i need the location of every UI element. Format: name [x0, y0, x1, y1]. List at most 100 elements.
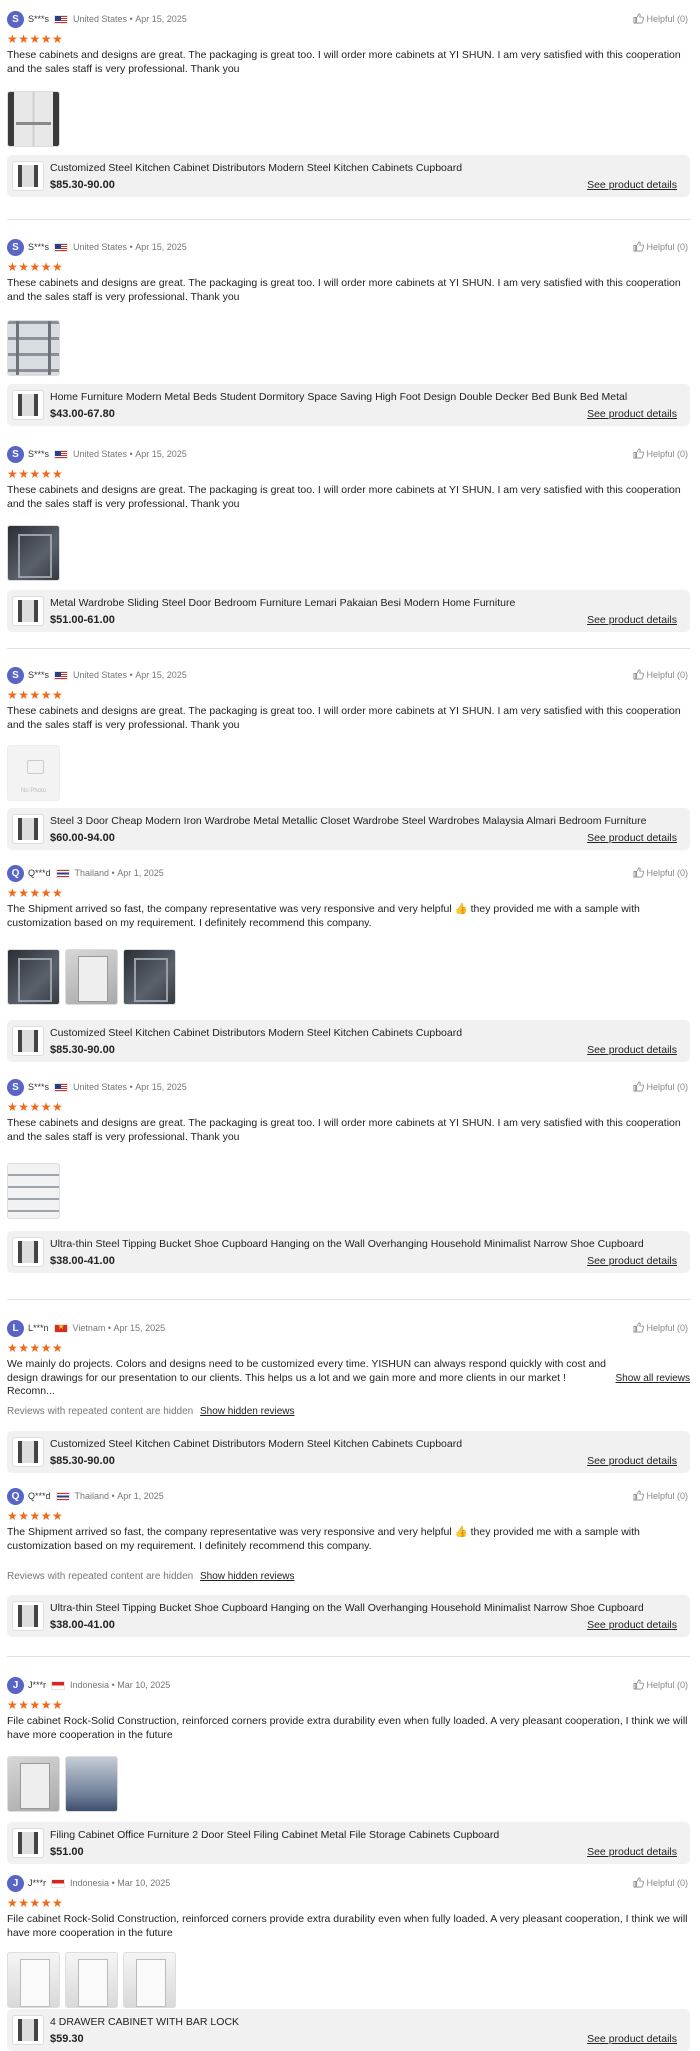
see-product-details-link[interactable]: See product details [587, 614, 677, 626]
avatar: S [7, 238, 24, 256]
helpful-button[interactable]: Helpful (0) [633, 1490, 688, 1501]
reviewer-name: L***n [28, 1323, 49, 1333]
star-rating: ★★★★★ [7, 1698, 64, 1712]
review-photo[interactable] [7, 1163, 60, 1219]
separator-dot: • [127, 1082, 136, 1092]
product-card[interactable]: Customized Steel Kitchen Cabinet Distrib… [7, 1431, 690, 1473]
product-name[interactable]: Home Furniture Modern Metal Beds Student… [50, 391, 650, 403]
review-photo[interactable] [7, 91, 60, 147]
review-photo[interactable] [65, 1756, 118, 1812]
reviewer-name: S***s [28, 14, 50, 24]
helpful-button[interactable]: Helpful (0) [633, 1877, 688, 1888]
product-thumbnail[interactable] [12, 2015, 44, 2045]
review-photo[interactable] [123, 1952, 176, 2008]
review-date: Apr 15, 2025 [135, 14, 187, 24]
review-photo[interactable] [7, 949, 60, 1005]
thumb-up-icon [633, 1490, 645, 1501]
review-date: Mar 10, 2025 [117, 1878, 171, 1888]
product-price: $59.30 [50, 2033, 84, 2045]
helpful-button[interactable]: Helpful (0) [633, 13, 688, 24]
show-hidden-reviews-link[interactable]: Show hidden reviews [200, 1571, 295, 1582]
review-text: We mainly do projects. Colors and design… [7, 1358, 606, 1397]
helpful-button[interactable]: Helpful (0) [633, 669, 688, 680]
product-card[interactable]: Metal Wardrobe Sliding Steel Door Bedroo… [7, 590, 690, 632]
avatar: J [7, 1676, 24, 1694]
product-name[interactable]: 4 DRAWER CABINET WITH BAR LOCK [50, 2016, 650, 2028]
product-card[interactable]: Home Furniture Modern Metal Beds Student… [7, 384, 690, 426]
star-rating: ★★★★★ [7, 32, 64, 46]
product-card[interactable]: 4 DRAWER CABINET WITH BAR LOCK $59.30 Se… [7, 2009, 690, 2051]
hidden-reviews-notice: Reviews with repeated content are hidden… [7, 1571, 295, 1582]
review-photos [7, 525, 60, 581]
avatar: S [7, 10, 24, 28]
reviewer-country: Indonesia [70, 1878, 110, 1888]
helpful-button[interactable]: Helpful (0) [633, 867, 688, 878]
helpful-button[interactable]: Helpful (0) [633, 1679, 688, 1690]
product-card[interactable]: Ultra-thin Steel Tipping Bucket Shoe Cup… [7, 1595, 690, 1637]
see-product-details-link[interactable]: See product details [587, 832, 677, 844]
product-thumbnail[interactable] [12, 814, 44, 844]
product-thumbnail[interactable] [12, 1026, 44, 1056]
reviews-list: S S***s United States • Apr 15, 2025 Hel… [0, 0, 700, 2051]
product-thumbnail[interactable] [12, 1237, 44, 1267]
see-product-details-link[interactable]: See product details [587, 179, 677, 191]
star-rating: ★★★★★ [7, 688, 64, 702]
product-name[interactable]: Customized Steel Kitchen Cabinet Distrib… [50, 1438, 650, 1450]
show-all-reviews-link[interactable]: Show all reviews [616, 1373, 690, 1384]
separator-dot: • [109, 1680, 118, 1690]
product-price: $38.00-41.00 [50, 1255, 115, 1267]
review-photo[interactable] [7, 320, 60, 376]
review-text: The Shipment arrived so fast, the compan… [7, 903, 640, 929]
see-product-details-link[interactable]: See product details [587, 1846, 677, 1858]
product-card[interactable]: Steel 3 Door Cheap Modern Iron Wardrobe … [7, 808, 690, 850]
vietnam-flag-icon [53, 1323, 68, 1333]
see-product-details-link[interactable]: See product details [587, 1455, 677, 1467]
product-card[interactable]: Ultra-thin Steel Tipping Bucket Shoe Cup… [7, 1231, 690, 1273]
helpful-label: Helpful (0) [646, 1877, 688, 1888]
product-price: $51.00-61.00 [50, 614, 115, 626]
helpful-button[interactable]: Helpful (0) [633, 448, 688, 459]
reviewer-name: S***s [28, 670, 50, 680]
review-photo[interactable] [7, 1756, 60, 1812]
product-name[interactable]: Filing Cabinet Office Furniture 2 Door S… [50, 1829, 650, 1841]
review-photo[interactable] [7, 1952, 60, 2008]
product-name[interactable]: Metal Wardrobe Sliding Steel Door Bedroo… [50, 597, 650, 609]
product-thumbnail[interactable] [12, 161, 44, 191]
review-photo[interactable] [65, 1952, 118, 2008]
product-name[interactable]: Ultra-thin Steel Tipping Bucket Shoe Cup… [50, 1238, 650, 1250]
show-hidden-reviews-link[interactable]: Show hidden reviews [200, 1406, 295, 1417]
see-product-details-link[interactable]: See product details [587, 1044, 677, 1056]
product-name[interactable]: Customized Steel Kitchen Cabinet Distrib… [50, 162, 650, 174]
product-thumbnail[interactable] [12, 1828, 44, 1858]
product-thumbnail[interactable] [12, 390, 44, 420]
review-date: Apr 1, 2025 [117, 1491, 164, 1501]
reviewer-header: S S***s United States • Apr 15, 2025 [7, 666, 187, 684]
separator-dot: • [127, 242, 136, 252]
review-date: Apr 15, 2025 [135, 449, 187, 459]
star-rating: ★★★★★ [7, 1509, 64, 1523]
see-product-details-link[interactable]: See product details [587, 1255, 677, 1267]
reviewer-header: S S***s United States • Apr 15, 2025 [7, 1078, 187, 1096]
reviewer-name: J***r [28, 1878, 47, 1888]
product-name[interactable]: Customized Steel Kitchen Cabinet Distrib… [50, 1027, 650, 1039]
separator-dot: • [109, 1878, 118, 1888]
helpful-button[interactable]: Helpful (0) [633, 241, 688, 252]
see-product-details-link[interactable]: See product details [587, 1619, 677, 1631]
thumb-up-icon [633, 1322, 645, 1333]
review-photo[interactable] [7, 525, 60, 581]
avatar: L [7, 1319, 24, 1337]
product-card[interactable]: Customized Steel Kitchen Cabinet Distrib… [7, 1020, 690, 1062]
review-photo[interactable] [65, 949, 118, 1005]
helpful-button[interactable]: Helpful (0) [633, 1081, 688, 1092]
product-card[interactable]: Filing Cabinet Office Furniture 2 Door S… [7, 1822, 690, 1864]
see-product-details-link[interactable]: See product details [587, 408, 677, 420]
review-photo[interactable] [123, 949, 176, 1005]
helpful-button[interactable]: Helpful (0) [633, 1322, 688, 1333]
product-name[interactable]: Ultra-thin Steel Tipping Bucket Shoe Cup… [50, 1602, 650, 1614]
product-thumbnail[interactable] [12, 1437, 44, 1467]
product-thumbnail[interactable] [12, 1601, 44, 1631]
see-product-details-link[interactable]: See product details [587, 2033, 677, 2045]
product-name[interactable]: Steel 3 Door Cheap Modern Iron Wardrobe … [50, 815, 650, 827]
product-thumbnail[interactable] [12, 596, 44, 626]
product-card[interactable]: Customized Steel Kitchen Cabinet Distrib… [7, 155, 690, 197]
